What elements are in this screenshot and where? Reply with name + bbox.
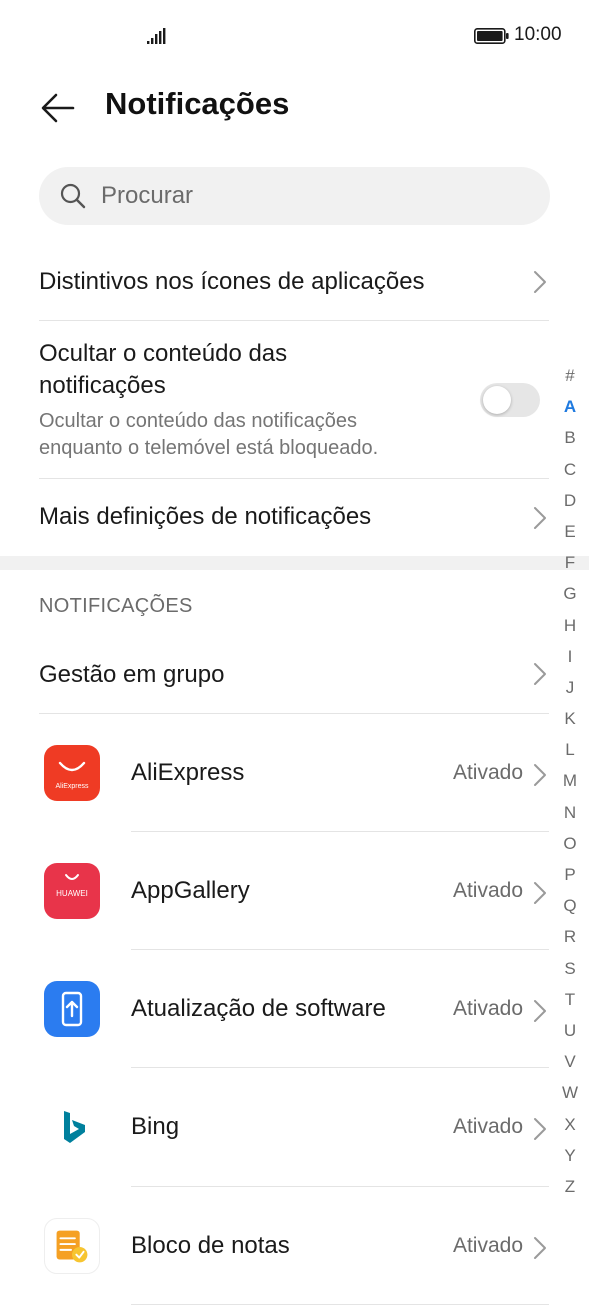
battery-icon [474, 28, 509, 44]
status-bar: 10:00 [0, 0, 589, 70]
bing-icon [44, 1099, 100, 1155]
chevron-right-icon [534, 764, 546, 786]
chevron-right-icon [534, 1000, 546, 1022]
hide-content-title-line2: notificações [39, 372, 166, 399]
header: Notificações [0, 72, 589, 142]
app-row-appgallery[interactable]: HUAWEI AppGallery Ativado [0, 833, 589, 949]
alphabet-index-letter[interactable]: L [556, 734, 584, 765]
back-arrow-icon [41, 93, 75, 123]
alphabet-index-letter[interactable]: E [556, 516, 584, 547]
notepad-icon [44, 1218, 100, 1274]
alphabet-index-letter[interactable]: S [556, 953, 584, 984]
search-input[interactable] [99, 181, 503, 211]
svg-text:AliExpress: AliExpress [55, 783, 89, 790]
hide-content-row[interactable]: Ocultar o conteúdo das notificações Ocul… [39, 336, 549, 466]
toggle-knob [483, 386, 511, 414]
app-name: Bing [131, 1113, 180, 1140]
divider [131, 1304, 549, 1305]
hide-content-subtitle-line1: Ocultar o conteúdo das notificações [39, 410, 357, 432]
alphabet-index-letter[interactable]: B [556, 422, 584, 453]
divider [131, 831, 549, 832]
hide-content-toggle[interactable] [480, 383, 540, 417]
chevron-right-icon [534, 507, 546, 529]
app-row-aliexpress[interactable]: AliExpress AliExpress Ativado [0, 715, 589, 831]
app-status: Ativado [452, 761, 523, 784]
alphabet-index-letter[interactable]: J [556, 672, 584, 703]
alphabet-index-letter[interactable]: T [556, 984, 584, 1015]
app-row-bing[interactable]: Bing Ativado [0, 1069, 589, 1185]
clock: 10:00 [514, 24, 562, 45]
alphabet-index-letter[interactable]: K [556, 703, 584, 734]
more-settings-row[interactable]: Mais definições de notificações [39, 486, 549, 552]
alphabet-index-letter[interactable]: N [556, 797, 584, 828]
svg-text:HUAWEI: HUAWEI [56, 889, 88, 898]
divider [131, 949, 549, 950]
app-status: Ativado [452, 1234, 523, 1257]
app-name: Bloco de notas [131, 1232, 290, 1259]
alphabet-index-letter[interactable]: Y [556, 1140, 584, 1171]
badges-label: Distintivos nos ícones de aplicações [39, 268, 425, 295]
alphabet-index-letter[interactable]: # [556, 360, 584, 391]
page-title: Notificações [105, 86, 290, 121]
divider [131, 1186, 549, 1187]
notifications-section-header: NOTIFICAÇÕES [39, 595, 193, 617]
back-button[interactable] [36, 86, 80, 130]
app-name: Atualização de software [131, 995, 386, 1022]
alphabet-index-letter[interactable]: V [556, 1046, 584, 1077]
alphabet-index-letter[interactable]: G [556, 578, 584, 609]
software-update-icon [44, 981, 100, 1037]
alphabet-index-letter[interactable]: I [556, 641, 584, 672]
divider [39, 478, 549, 479]
alphabet-index-letter[interactable]: M [556, 765, 584, 796]
chevron-right-icon [534, 271, 546, 293]
app-name: AppGallery [131, 877, 250, 904]
alphabet-index-letter[interactable]: Q [556, 890, 584, 921]
divider [39, 713, 549, 714]
chevron-right-icon [534, 663, 546, 685]
alphabet-index-letter[interactable]: H [556, 610, 584, 641]
divider [131, 1067, 549, 1068]
app-status: Ativado [452, 997, 523, 1020]
app-row-notepad[interactable]: Bloco de notas Ativado [0, 1188, 589, 1304]
alphabet-index-letter[interactable]: W [556, 1077, 584, 1108]
app-status: Ativado [452, 1115, 523, 1138]
alphabet-index-letter[interactable]: Z [556, 1171, 584, 1202]
divider [39, 320, 549, 321]
search-box[interactable] [39, 167, 550, 225]
search-icon [60, 183, 86, 209]
alphabet-index-letter[interactable]: P [556, 859, 584, 890]
alphabet-index-letter[interactable]: R [556, 921, 584, 952]
alphabet-index-letter[interactable]: X [556, 1109, 584, 1140]
alphabet-index-letter[interactable]: F [556, 547, 584, 578]
alphabet-index[interactable]: # A B C D E F G H I J K L M N O P Q R S T U V W X Y Z [556, 360, 584, 1202]
chevron-right-icon [534, 1118, 546, 1140]
alphabet-index-letter[interactable]: D [556, 485, 584, 516]
app-row-software-update[interactable]: Atualização de software Ativado [0, 951, 589, 1067]
chevron-right-icon [534, 882, 546, 904]
more-settings-label: Mais definições de notificações [39, 503, 372, 530]
alphabet-index-letter[interactable]: A [556, 391, 584, 422]
group-management-row[interactable]: Gestão em grupo [39, 642, 549, 708]
group-management-label: Gestão em grupo [39, 661, 225, 688]
appgallery-icon: HUAWEI [44, 863, 100, 919]
hide-content-title-line1: Ocultar o conteúdo das [39, 340, 288, 367]
alphabet-index-letter[interactable]: U [556, 1015, 584, 1046]
app-status: Ativado [452, 879, 523, 902]
section-separator [0, 556, 589, 570]
aliexpress-icon: AliExpress [44, 745, 100, 801]
chevron-right-icon [534, 1237, 546, 1259]
alphabet-index-letter[interactable]: O [556, 828, 584, 859]
hide-content-subtitle-line2: enquanto o telemóvel está bloqueado. [39, 437, 379, 459]
app-name: AliExpress [131, 759, 245, 786]
badges-row[interactable]: Distintivos nos ícones de aplicações [39, 250, 549, 316]
alphabet-index-letter[interactable]: C [556, 454, 584, 485]
signal-icon [147, 28, 166, 44]
